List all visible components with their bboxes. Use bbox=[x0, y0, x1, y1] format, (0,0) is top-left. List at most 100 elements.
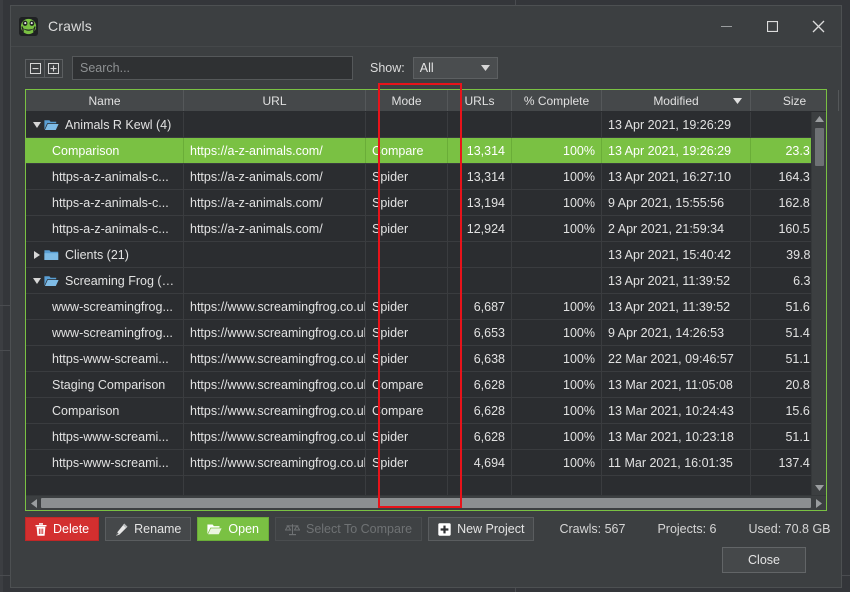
cell-name[interactable]: https-a-z-animals-c... bbox=[26, 164, 184, 189]
cell-urls[interactable]: 6,638 bbox=[448, 346, 512, 371]
column-header-url[interactable]: URL bbox=[184, 90, 366, 111]
cell-modified[interactable]: 13 Apr 2021, 15:40:42 bbox=[602, 242, 751, 267]
cell-percent-complete[interactable]: 100% bbox=[512, 398, 602, 423]
cell-url[interactable]: https://a-z-animals.com/ bbox=[184, 164, 366, 189]
table-row-partial[interactable] bbox=[26, 476, 826, 495]
cell-mode[interactable] bbox=[366, 476, 448, 495]
cell-name[interactable]: www-screamingfrog... bbox=[26, 294, 184, 319]
cell-urls[interactable]: 13,314 bbox=[448, 138, 512, 163]
cell-urls[interactable] bbox=[448, 476, 512, 495]
cell-name[interactable]: https-www-screami... bbox=[26, 450, 184, 475]
scroll-up-button[interactable] bbox=[812, 112, 827, 126]
cell-mode[interactable]: Spider bbox=[366, 450, 448, 475]
cell-name[interactable]: Comparison bbox=[26, 138, 184, 163]
cell-name[interactable]: https-a-z-animals-c... bbox=[26, 190, 184, 215]
cell-url[interactable]: https://www.screamingfrog.co.uk/ bbox=[184, 450, 366, 475]
cell-name[interactable]: https-www-screami... bbox=[26, 346, 184, 371]
cell-percent-complete[interactable]: 100% bbox=[512, 372, 602, 397]
column-header-name[interactable]: Name bbox=[26, 90, 184, 111]
cell-urls[interactable]: 6,628 bbox=[448, 424, 512, 449]
cell-mode[interactable]: Spider bbox=[366, 294, 448, 319]
cell-mode[interactable] bbox=[366, 242, 448, 267]
cell-name[interactable]: Staging Comparison bbox=[26, 372, 184, 397]
cell-modified[interactable]: 13 Mar 2021, 10:24:43 bbox=[602, 398, 751, 423]
column-header-mode[interactable]: Mode bbox=[366, 90, 448, 111]
horizontal-scrollbar-thumb[interactable] bbox=[41, 498, 811, 508]
scroll-down-button[interactable] bbox=[812, 481, 827, 495]
cell-name[interactable]: Comparison bbox=[26, 398, 184, 423]
cell-mode[interactable] bbox=[366, 268, 448, 293]
column-header-percent-complete[interactable]: % Complete bbox=[512, 90, 602, 111]
column-header-modified[interactable]: Modified bbox=[602, 90, 751, 111]
cell-mode[interactable]: Spider bbox=[366, 164, 448, 189]
cell-modified[interactable]: 13 Mar 2021, 11:05:08 bbox=[602, 372, 751, 397]
scroll-right-button[interactable] bbox=[812, 499, 825, 508]
cell-percent-complete[interactable]: 100% bbox=[512, 216, 602, 241]
cell-urls[interactable] bbox=[448, 242, 512, 267]
table-row[interactable]: https-a-z-animals-c...https://a-z-animal… bbox=[26, 190, 826, 216]
table-row[interactable]: www-screamingfrog...https://www.screamin… bbox=[26, 294, 826, 320]
cell-percent-complete[interactable]: 100% bbox=[512, 294, 602, 319]
cell-urls[interactable]: 6,628 bbox=[448, 372, 512, 397]
close-dialog-button[interactable]: Close bbox=[722, 547, 806, 573]
twisty-collapse-toggle[interactable] bbox=[30, 251, 44, 259]
cell-modified[interactable]: 11 Mar 2021, 16:01:35 bbox=[602, 450, 751, 475]
column-header-urls[interactable]: URLs bbox=[448, 90, 512, 111]
table-row[interactable]: Comparisonhttps://a-z-animals.com/Compar… bbox=[26, 138, 826, 164]
cell-mode[interactable]: Spider bbox=[366, 190, 448, 215]
cell-percent-complete[interactable] bbox=[512, 268, 602, 293]
table-row[interactable]: https-a-z-animals-c...https://a-z-animal… bbox=[26, 164, 826, 190]
cell-percent-complete[interactable]: 100% bbox=[512, 320, 602, 345]
cell-percent-complete[interactable] bbox=[512, 242, 602, 267]
select-to-compare-button[interactable]: Select To Compare bbox=[275, 517, 422, 541]
cell-percent-complete[interactable] bbox=[512, 112, 602, 137]
cell-urls[interactable]: 13,314 bbox=[448, 164, 512, 189]
collapse-all-button[interactable] bbox=[25, 59, 44, 78]
cell-name[interactable] bbox=[26, 476, 184, 495]
cell-url[interactable] bbox=[184, 112, 366, 137]
cell-mode[interactable]: Compare bbox=[366, 138, 448, 163]
horizontal-scrollbar[interactable] bbox=[26, 495, 826, 510]
cell-mode[interactable]: Compare bbox=[366, 372, 448, 397]
cell-name[interactable]: https-a-z-animals-c... bbox=[26, 216, 184, 241]
cell-percent-complete[interactable]: 100% bbox=[512, 450, 602, 475]
cell-percent-complete[interactable] bbox=[512, 476, 602, 495]
new-project-button[interactable]: New Project bbox=[428, 517, 534, 541]
cell-mode[interactable]: Compare bbox=[366, 398, 448, 423]
cell-url[interactable]: https://a-z-animals.com/ bbox=[184, 138, 366, 163]
cell-percent-complete[interactable]: 100% bbox=[512, 346, 602, 371]
cell-percent-complete[interactable]: 100% bbox=[512, 138, 602, 163]
cell-modified[interactable]: 13 Apr 2021, 19:26:29 bbox=[602, 112, 751, 137]
cell-percent-complete[interactable]: 100% bbox=[512, 190, 602, 215]
minimize-button[interactable] bbox=[703, 6, 749, 47]
cell-urls[interactable]: 6,687 bbox=[448, 294, 512, 319]
cell-modified[interactable]: 9 Apr 2021, 15:55:56 bbox=[602, 190, 751, 215]
cell-modified[interactable]: 2 Apr 2021, 21:59:34 bbox=[602, 216, 751, 241]
cell-url[interactable]: https://www.screamingfrog.co.uk/ bbox=[184, 424, 366, 449]
cell-urls[interactable]: 6,628 bbox=[448, 398, 512, 423]
cell-name[interactable]: https-www-screami... bbox=[26, 424, 184, 449]
cell-url[interactable]: https://www.screamingfrog.co.uk/ bbox=[184, 346, 366, 371]
table-row[interactable]: https-a-z-animals-c...https://a-z-animal… bbox=[26, 216, 826, 242]
cell-urls[interactable]: 6,653 bbox=[448, 320, 512, 345]
cell-name[interactable]: Clients (21) bbox=[26, 242, 184, 267]
delete-button[interactable]: Delete bbox=[25, 517, 99, 541]
table-row[interactable]: Animals R Kewl (4)13 Apr 2021, 19:26:290… bbox=[26, 112, 826, 138]
column-header-size[interactable]: Size bbox=[751, 90, 839, 111]
cell-name[interactable]: Screaming Frog (222) bbox=[26, 268, 184, 293]
cell-mode[interactable]: Spider bbox=[366, 320, 448, 345]
show-filter-dropdown[interactable]: All bbox=[413, 57, 498, 79]
cell-modified[interactable]: 22 Mar 2021, 09:46:57 bbox=[602, 346, 751, 371]
maximize-button[interactable] bbox=[749, 6, 795, 47]
table-row[interactable]: www-screamingfrog...https://www.screamin… bbox=[26, 320, 826, 346]
cell-url[interactable]: https://www.screamingfrog.co.uk/ bbox=[184, 320, 366, 345]
cell-url[interactable]: https://www.screamingfrog.co.uk/ bbox=[184, 398, 366, 423]
cell-urls[interactable] bbox=[448, 268, 512, 293]
close-window-button[interactable] bbox=[795, 6, 841, 47]
open-button[interactable]: Open bbox=[197, 517, 269, 541]
twisty-expand-toggle[interactable] bbox=[30, 122, 44, 128]
table-row[interactable]: https-www-screami...https://www.screamin… bbox=[26, 346, 826, 372]
table-row[interactable]: https-www-screami...https://www.screamin… bbox=[26, 424, 826, 450]
cell-name[interactable]: Animals R Kewl (4) bbox=[26, 112, 184, 137]
cell-mode[interactable] bbox=[366, 112, 448, 137]
